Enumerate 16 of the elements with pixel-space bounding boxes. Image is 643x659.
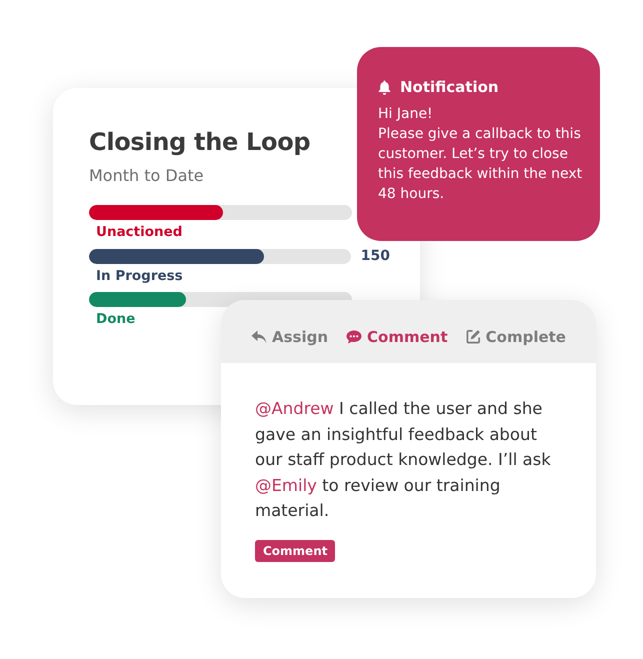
comment-tag: Comment bbox=[255, 540, 336, 562]
count-label: 150 bbox=[360, 248, 390, 264]
reply-arrow-icon bbox=[251, 330, 267, 344]
bar-label: Done bbox=[96, 311, 136, 327]
bar-label: Unactioned bbox=[96, 224, 184, 240]
action-tab[interactable]: Comment bbox=[346, 328, 448, 346]
notification-title: Notification bbox=[400, 78, 499, 96]
bar-label: In Progress bbox=[96, 268, 184, 284]
comment-text: @Andrew I called the user and she gave an insightful feedback about our staff product knowledge. I’ll ask @Emily to review our training material. bbox=[255, 398, 552, 522]
action-tab[interactable]: Complete bbox=[466, 328, 566, 346]
action-tab[interactable]: Assign bbox=[251, 328, 328, 346]
edit-icon bbox=[466, 329, 481, 344]
speech-bubble-icon bbox=[346, 330, 362, 344]
bell-icon bbox=[378, 80, 391, 94]
notification-greeting: Hi Jane! bbox=[378, 105, 434, 124]
notification-message: Please give a callback to this customer. Let’s try to close this feedback within the next 48 hours. bbox=[378, 125, 584, 204]
